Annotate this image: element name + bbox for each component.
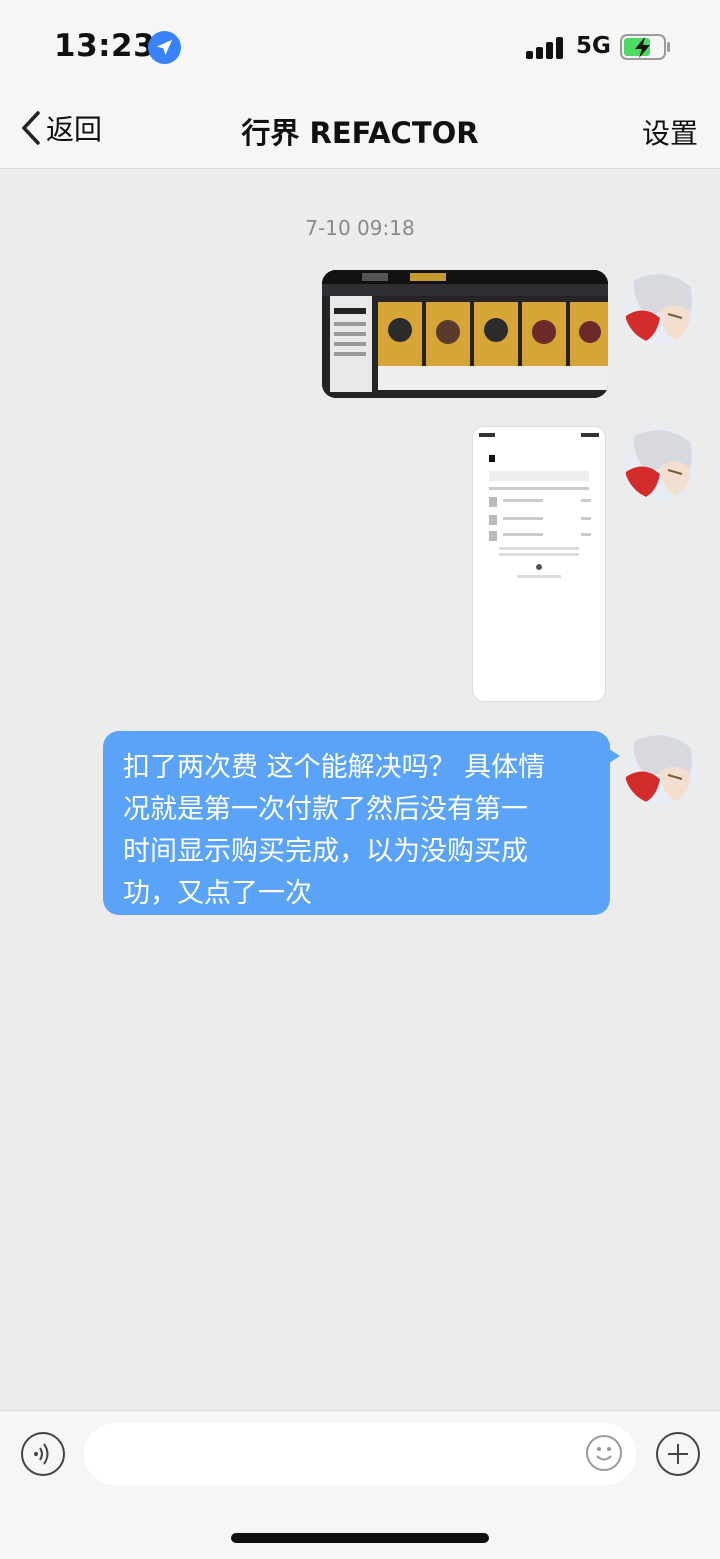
avatar[interactable] — [624, 270, 698, 344]
home-indicator — [231, 1533, 489, 1543]
plus-button[interactable] — [656, 1432, 700, 1476]
signal-bars-icon — [526, 37, 564, 59]
location-arrow-icon — [148, 31, 181, 64]
text-message-bubble[interactable]: 扣了两次费 这个能解决吗？ 具体情 况就是第一次付款了然后没有第一 时间显示购买… — [103, 731, 620, 915]
avatar[interactable] — [624, 731, 698, 805]
page-title: 行界 REFACTOR — [241, 116, 479, 150]
receipt-screenshot-thumbnail — [473, 427, 605, 701]
battery-charging-icon — [620, 33, 672, 61]
emoji-icon[interactable] — [586, 1435, 622, 1471]
settings-button[interactable]: 设置 — [642, 112, 698, 152]
message-input[interactable] — [84, 1423, 636, 1485]
message-line: 功，又点了一次 — [123, 878, 312, 909]
nav-bar: 返回 行界 REFACTOR 设置 — [0, 96, 720, 169]
network-label: 5G — [576, 33, 611, 59]
message-line: 况就是第一次付款了然后没有第一 — [123, 794, 528, 825]
store-screenshot-thumbnail — [322, 270, 608, 398]
message-line: 时间显示购买完成，以为没购买成 — [123, 836, 528, 867]
image-message-store[interactable] — [322, 270, 608, 398]
message-line: 扣了两次费 这个能解决吗？ 具体情 — [123, 752, 546, 783]
avatar[interactable] — [624, 426, 698, 500]
voice-button[interactable] — [21, 1432, 65, 1476]
voice-icon — [34, 1443, 49, 1465]
plus-icon — [668, 1444, 688, 1464]
status-time: 13:23 — [54, 28, 156, 64]
status-bar: 13:23 5G — [0, 0, 720, 96]
image-message-receipt[interactable] — [472, 426, 606, 702]
message-timestamp: 7-10 09:18 — [305, 216, 415, 240]
